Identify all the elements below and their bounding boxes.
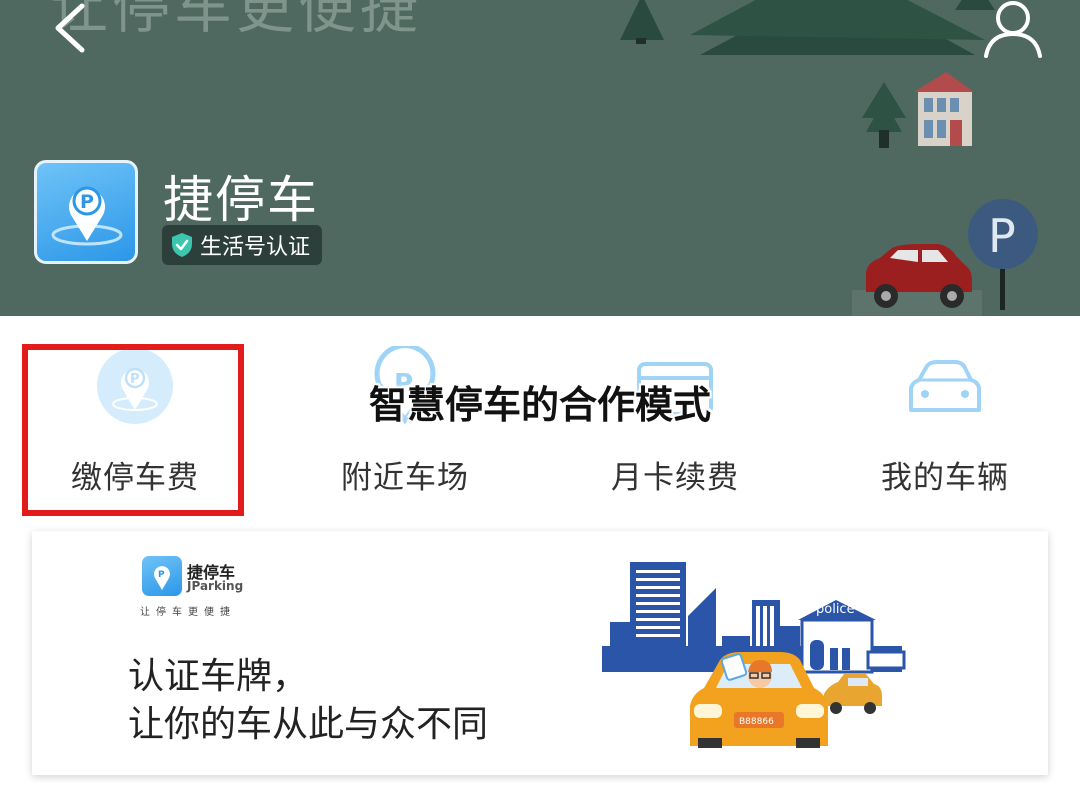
menu-label-nearby-parking: 附近车场 — [341, 460, 469, 496]
city-car-illustration: police B88866 — [602, 562, 906, 748]
menu-label-pay-parking: 缴停车费 — [71, 460, 199, 496]
svg-text:P: P — [988, 209, 1016, 263]
banner-headline-2: 让你的车从此与众不同 — [128, 704, 489, 745]
header-scenery: P — [620, 0, 1038, 316]
user-icon[interactable] — [980, 0, 1046, 62]
menu-label-monthly-card: 月卡续费 — [611, 460, 739, 496]
verify-badge-label: 生活号认证 — [200, 235, 311, 260]
promo-banner[interactable]: P 捷停车 JParking 让停车更便捷 认证车牌， 让你的车从此与众不同 p… — [32, 531, 1048, 775]
banner-headline-1: 认证车牌， — [128, 656, 309, 697]
license-plate: B88866 — [739, 717, 774, 727]
svg-text:P: P — [158, 570, 165, 580]
app-logo-icon: P — [34, 160, 138, 264]
shield-check-icon — [172, 233, 192, 257]
menu-label-my-vehicles: 我的车辆 — [881, 460, 1009, 496]
banner-tagline: 让停车更便捷 — [140, 607, 236, 618]
watermark-caption: 智慧停车的合作模式 — [368, 383, 711, 427]
banner-logo-icon: P — [142, 556, 182, 596]
header-banner: 让停车更便捷 P P 捷停车 生活号认证 — [0, 0, 1080, 316]
verify-badge: 生活号认证 — [162, 225, 323, 265]
app-name: 捷停车 — [163, 171, 319, 229]
back-icon[interactable] — [48, 0, 96, 60]
svg-text:P: P — [80, 191, 94, 213]
banner-brand-en: JParking — [187, 579, 244, 593]
police-sign: police — [816, 602, 855, 617]
